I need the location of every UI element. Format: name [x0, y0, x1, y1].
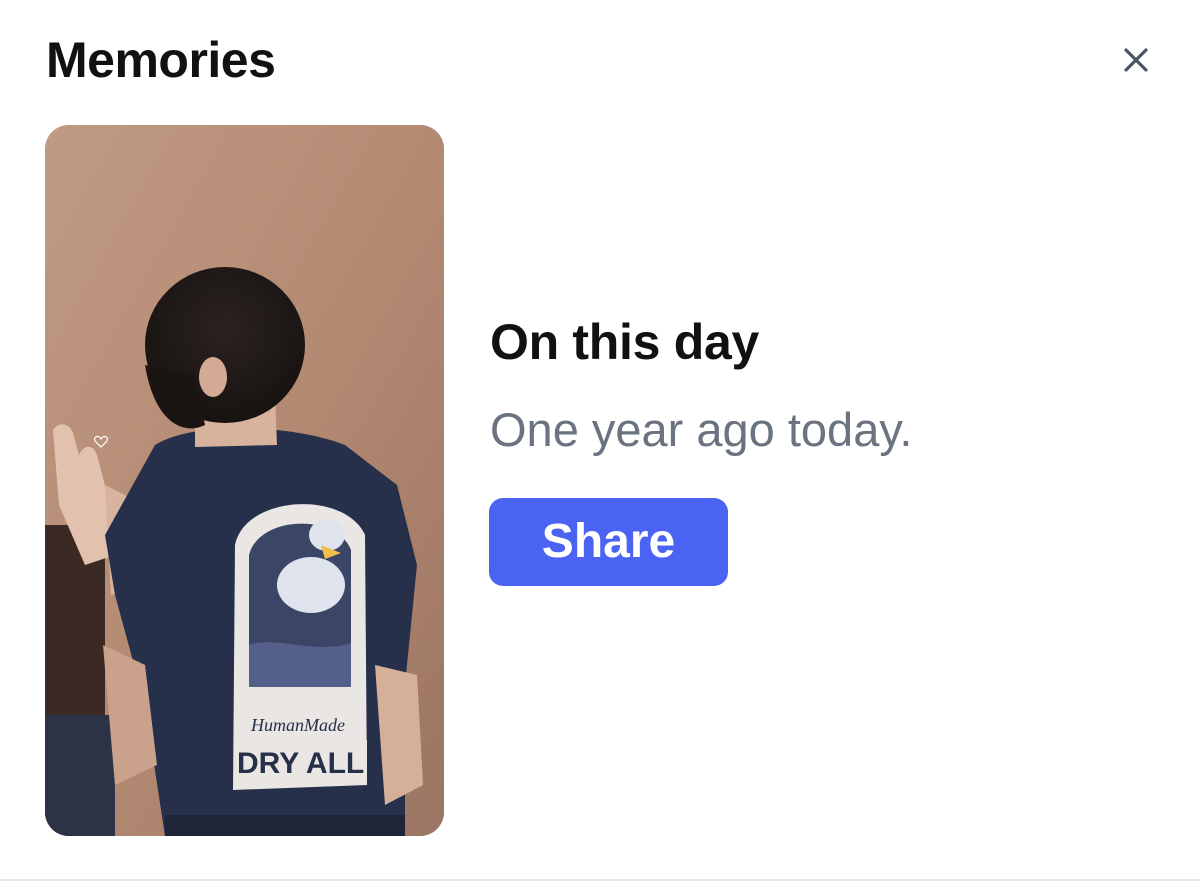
memory-photo-image: HumanMade DRY ALL — [45, 125, 444, 836]
memory-heading: On this day — [490, 314, 759, 370]
share-button[interactable]: Share — [489, 498, 728, 586]
memory-info: On this day One year ago today. — [490, 312, 912, 458]
shirt-text-top: HumanMade — [250, 715, 345, 735]
close-icon — [1124, 48, 1148, 72]
memory-photo[interactable]: HumanMade DRY ALL — [45, 125, 444, 836]
close-button[interactable] — [1116, 40, 1156, 80]
memories-panel: Memories HumanMade DRY ALL On this day O… — [0, 0, 1200, 881]
panel-title: Memories — [46, 32, 276, 88]
shirt-text-bottom: DRY ALL — [237, 747, 364, 780]
memory-subtitle: One year ago today. — [490, 403, 913, 456]
